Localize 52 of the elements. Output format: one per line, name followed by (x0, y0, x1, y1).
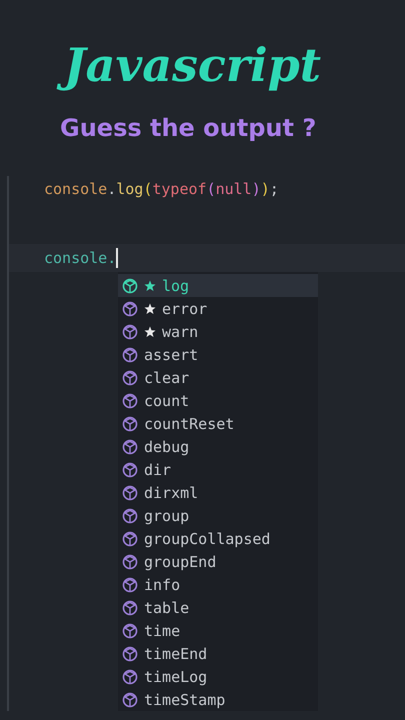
code-token: log (116, 179, 144, 200)
title: Javascript (0, 30, 405, 100)
code-token: ( (143, 179, 152, 200)
cube-icon (122, 346, 138, 362)
suggestion-item[interactable]: info (118, 573, 318, 596)
suggestion-item[interactable]: dirxml (118, 481, 318, 504)
cube-icon (122, 370, 138, 386)
suggestion-item[interactable]: error (118, 297, 318, 320)
code-token: typeof (152, 179, 207, 200)
suggestion-item[interactable]: dir (118, 458, 318, 481)
code-token: ; (270, 179, 279, 200)
suggestion-item[interactable]: warn (118, 320, 318, 343)
cube-icon (122, 646, 138, 662)
suggestion-item[interactable]: table (118, 596, 318, 619)
code-token: console (44, 179, 108, 200)
suggestion-item[interactable]: groupCollapsed (118, 527, 318, 550)
suggestion-item[interactable]: timeLog (118, 665, 318, 688)
cube-icon (122, 600, 138, 616)
suggestion-item[interactable]: timeEnd (118, 642, 318, 665)
suggestion-item[interactable]: count (118, 389, 318, 412)
code-token: console. (44, 248, 116, 269)
code-token: . (107, 179, 116, 200)
cube-icon (122, 576, 138, 592)
code-token: null (216, 179, 252, 200)
cube-icon (122, 622, 138, 638)
code-token: ( (206, 179, 216, 200)
cube-icon (122, 392, 138, 408)
cube-icon (122, 484, 138, 500)
cube-icon (122, 692, 138, 708)
text-caret (116, 248, 118, 268)
suggestion-item[interactable]: log (118, 274, 318, 297)
cube-icon (122, 462, 138, 478)
suggestion-item[interactable]: countReset (118, 412, 318, 435)
cube-icon (122, 416, 138, 432)
cube-icon (122, 438, 138, 454)
suggestion-item[interactable]: clear (118, 366, 318, 389)
cube-icon (122, 300, 138, 316)
cube-icon (122, 324, 138, 340)
code-token: ) (252, 179, 261, 200)
subtitle: Guess the output ? (60, 113, 318, 144)
cube-icon (122, 508, 138, 524)
suggestion-item[interactable]: timeStamp (118, 688, 318, 711)
suggestion-item[interactable]: time (118, 619, 318, 642)
suggestion-item[interactable]: debug (118, 435, 318, 458)
suggestion-item[interactable]: assert (118, 343, 318, 366)
cube-icon (122, 668, 138, 684)
cube-icon (122, 554, 138, 570)
cube-icon (122, 530, 138, 546)
suggestion-item[interactable]: group (118, 504, 318, 527)
code-token: ) (260, 179, 270, 200)
cube-icon (122, 278, 138, 294)
suggestion-item[interactable]: groupEnd (118, 550, 318, 573)
